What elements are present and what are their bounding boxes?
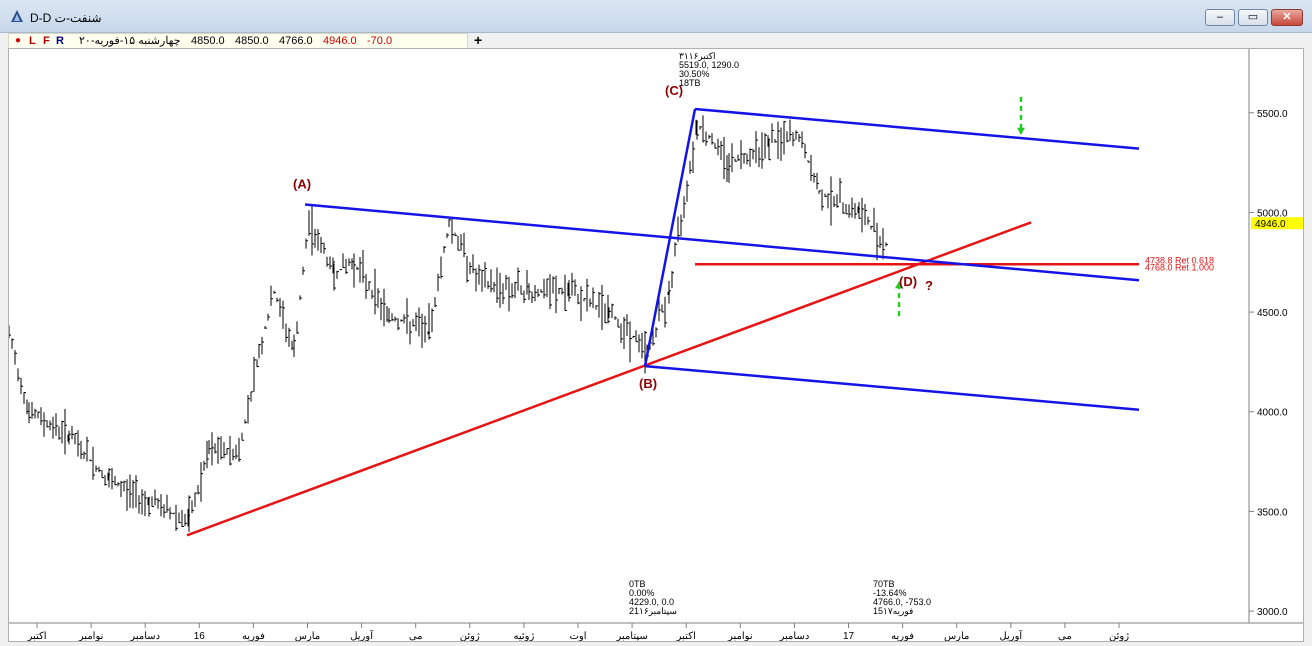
x-tick-label: اکتبر <box>676 631 696 641</box>
window-title: D-D شنفت-ت <box>30 11 102 25</box>
x-tick-label: مارس <box>944 631 969 641</box>
wave-label: (A) <box>293 176 311 191</box>
toggle-l-button[interactable]: L <box>29 34 36 48</box>
toggle-f-button[interactable]: F <box>43 34 50 48</box>
annotation-trough: 21سپتامبر۱۶ <box>629 606 677 617</box>
down-arrow-icon-head <box>1017 127 1025 135</box>
x-tick-label: اکتبر <box>26 631 46 641</box>
x-axis: اکتبر نوامبر دسامبر 16 فوریه مارس آوریل می ژوئن ژ… <box>26 623 1129 642</box>
x-tick-label: فوریه <box>891 631 914 641</box>
y-tick-label: 4000.0 <box>1257 408 1288 419</box>
x-tick-label: دسامبر <box>779 631 810 641</box>
close-value: 4946.0 <box>323 35 357 47</box>
add-study-button[interactable]: + <box>474 32 482 48</box>
low-value: 4766.0 <box>279 35 313 47</box>
price-chart[interactable]: 3000.03500.04000.04500.05000.05500.04946… <box>8 49 1303 642</box>
y-tick-label: 5500.0 <box>1257 109 1288 120</box>
close-button[interactable]: ✕ <box>1271 9 1303 26</box>
toggle-r-button[interactable]: R <box>56 34 64 48</box>
x-tick-label: سپتامبر <box>615 631 647 641</box>
x-tick-label: 17 <box>843 631 855 641</box>
x-tick-label: می <box>409 631 423 641</box>
x-tick-label: 16 <box>194 631 206 641</box>
x-tick-label: نوامبر <box>727 631 753 641</box>
title-bar: D-D شنفت-ت – ▭ ✕ <box>0 0 1312 33</box>
x-tick-label: اوت <box>569 631 586 641</box>
y-tick-label: 4500.0 <box>1257 308 1288 319</box>
price-info-bar: ● L F R چهارشنبه ۱۵-فوریه-۲۰ 4850.0 4850… <box>8 33 468 49</box>
bar-date: چهارشنبه ۱۵-فوریه-۲۰ <box>79 35 181 47</box>
x-tick-label: می <box>1058 631 1072 641</box>
wave-label: ? <box>925 278 933 293</box>
x-tick-label: آوریل <box>999 629 1023 641</box>
channel-line-lower <box>644 364 1140 411</box>
current-price-label: 4946.0 <box>1255 219 1286 230</box>
channel-line-middle <box>304 203 1140 282</box>
maximize-button[interactable]: ▭ <box>1238 9 1268 26</box>
wave-labels: (A)(B)(C)(D) ?۳۱اکتبر۱۶5519.0, 1290.030.5… <box>293 51 1214 617</box>
x-tick-label: دسامبر <box>129 631 160 641</box>
wave-overlay <box>186 96 1140 537</box>
y-axis: 3000.03500.04000.04500.05000.05500.04946… <box>1249 109 1303 618</box>
x-tick-label: مارس <box>295 631 320 641</box>
record-dot-icon[interactable]: ● <box>15 34 21 48</box>
wave-label: (D) <box>899 274 917 289</box>
change-value: -70.0 <box>367 35 393 47</box>
y-tick-label: 3500.0 <box>1257 507 1288 518</box>
x-tick-label: فوریه <box>242 631 265 641</box>
retracement-label: 4768.0 Ret 1.000 <box>1145 262 1214 272</box>
close-icon: ✕ <box>1282 11 1292 23</box>
chart-panel[interactable]: 3000.0 3500.0 4000.0 4500.0 5000.0 5500.0 4946… <box>8 48 1304 642</box>
wave-label: (B) <box>639 376 657 391</box>
x-tick-label: ژوئن <box>460 631 480 641</box>
annotation-peak: 18TB <box>679 78 701 88</box>
x-tick-label: نوامبر <box>78 631 104 641</box>
trend-line <box>186 221 1032 537</box>
annotation-last: 15فوریه۱۷ <box>873 606 913 617</box>
high-value: 4850.0 <box>235 35 269 47</box>
minimize-button[interactable]: – <box>1205 9 1235 26</box>
x-tick-label: ژوئیه <box>513 631 534 641</box>
x-tick-label: ژوئن <box>1109 631 1129 641</box>
minimize-icon: – <box>1216 11 1224 23</box>
x-tick-label: آوریل <box>350 629 374 641</box>
y-tick-label: 3000.0 <box>1257 607 1288 618</box>
maximize-icon: ▭ <box>1247 11 1259 23</box>
open-value: 4850.0 <box>191 35 225 47</box>
app-logo-icon <box>11 10 23 22</box>
